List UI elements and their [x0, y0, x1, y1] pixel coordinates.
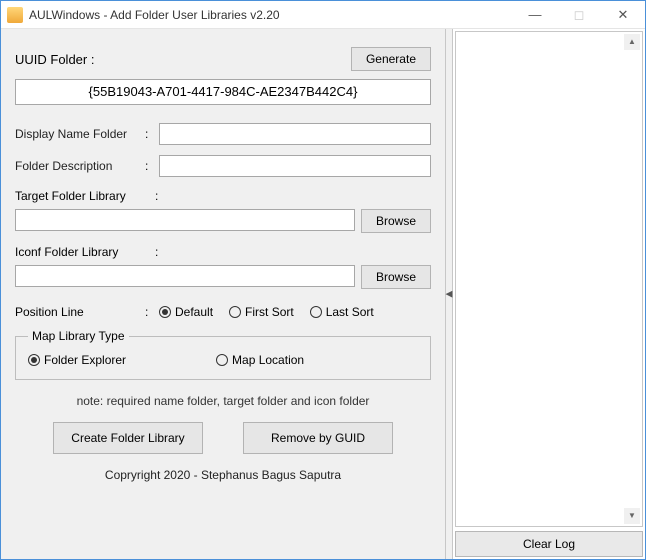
scroll-up-icon[interactable]: ▲: [624, 34, 640, 50]
target-lib-label: Target Folder Library: [15, 189, 155, 203]
iconf-browse-button[interactable]: Browse: [361, 265, 431, 289]
iconf-lib-input[interactable]: [15, 265, 355, 287]
uuid-field[interactable]: {55B19043-A701-4417-984C-AE2347B442C4}: [15, 79, 431, 105]
app-icon: [7, 7, 23, 23]
minimize-button[interactable]: ―: [513, 1, 557, 28]
display-name-input[interactable]: [159, 123, 431, 145]
log-panel: ▲ ▼ Clear Log: [453, 29, 645, 559]
position-default-radio[interactable]: Default: [159, 305, 213, 319]
splitter[interactable]: ◀: [445, 29, 453, 559]
maptype-folder-explorer-radio[interactable]: Folder Explorer: [28, 353, 126, 367]
iconf-lib-label: Iconf Folder Library: [15, 245, 155, 259]
map-library-type-group: Map Library Type Folder Explorer Map Loc…: [15, 329, 431, 380]
display-name-label: Display Name Folder: [15, 127, 145, 141]
maptype-map-location-radio[interactable]: Map Location: [216, 353, 304, 367]
position-lastsort-radio[interactable]: Last Sort: [310, 305, 374, 319]
folder-desc-input[interactable]: [159, 155, 431, 177]
note-text: note: required name folder, target folde…: [15, 394, 431, 408]
target-browse-button[interactable]: Browse: [361, 209, 431, 233]
radio-icon: [159, 306, 171, 318]
radio-icon: [310, 306, 322, 318]
create-folder-library-button[interactable]: Create Folder Library: [53, 422, 203, 454]
log-textarea[interactable]: ▲ ▼: [455, 31, 643, 527]
maximize-button: ◻: [557, 1, 601, 28]
chevron-left-icon: ◀: [446, 289, 453, 300]
position-label: Position Line: [15, 305, 145, 319]
copyright-text: Copryright 2020 - Stephanus Bagus Saputr…: [15, 468, 431, 482]
window-title: AULWindows - Add Folder User Libraries v…: [29, 8, 513, 22]
target-lib-input[interactable]: [15, 209, 355, 231]
remove-by-guid-button[interactable]: Remove by GUID: [243, 422, 393, 454]
position-firstsort-radio[interactable]: First Sort: [229, 305, 294, 319]
clear-log-button[interactable]: Clear Log: [455, 531, 643, 557]
generate-button[interactable]: Generate: [351, 47, 431, 71]
folder-desc-label: Folder Description: [15, 159, 145, 173]
main-form: UUID Folder : Generate {55B19043-A701-44…: [1, 29, 445, 559]
titlebar: AULWindows - Add Folder User Libraries v…: [1, 1, 645, 29]
radio-icon: [28, 354, 40, 366]
uuid-label: UUID Folder :: [15, 52, 351, 67]
map-type-legend: Map Library Type: [28, 329, 129, 343]
close-button[interactable]: ✕: [601, 1, 645, 28]
radio-icon: [229, 306, 241, 318]
scroll-down-icon[interactable]: ▼: [624, 508, 640, 524]
radio-icon: [216, 354, 228, 366]
